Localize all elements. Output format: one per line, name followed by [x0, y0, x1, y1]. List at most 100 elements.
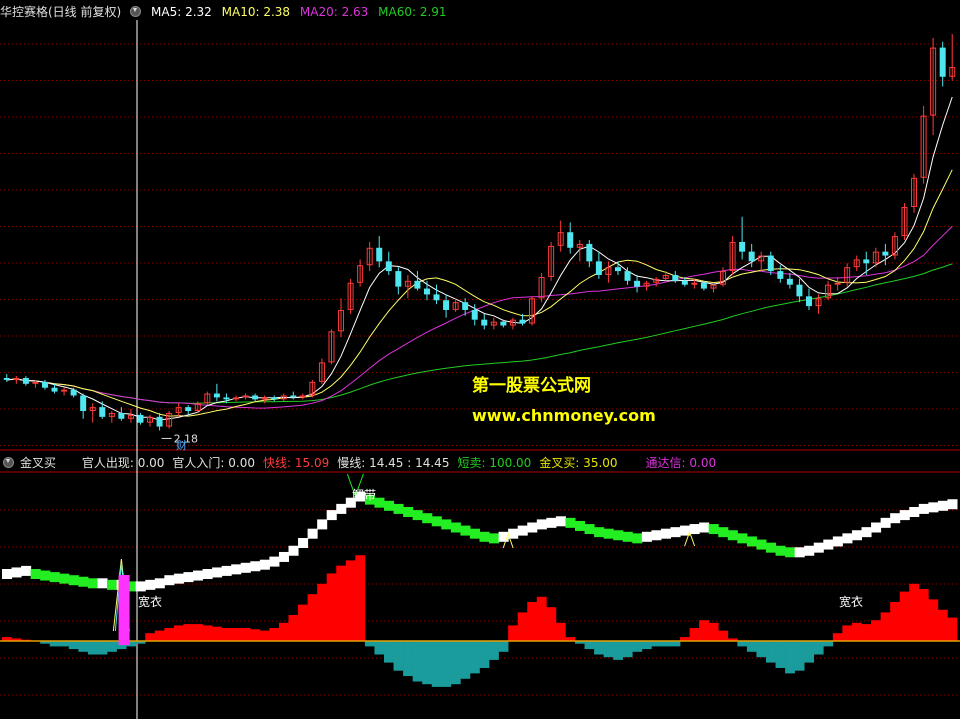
fast-line-segment [326, 510, 337, 521]
oscillator-bar [364, 641, 375, 647]
oscillator-bar [775, 641, 786, 668]
fast-line-segment [412, 510, 423, 521]
oscillator-bar [240, 628, 251, 641]
buy-signal-bar [118, 575, 130, 645]
signal-label: 解带 [352, 488, 376, 502]
candle [586, 243, 593, 262]
fast-line-segment [469, 528, 480, 539]
oscillator-bar [584, 641, 595, 650]
candle [700, 282, 707, 289]
fast-line-segment [555, 516, 566, 527]
fast-line-segment [460, 525, 471, 536]
oscillator-bar [68, 641, 79, 650]
fast-line-segment [708, 524, 719, 535]
fast-line-segment [947, 499, 958, 510]
oscillator-bar [307, 594, 318, 641]
dropdown-icon[interactable] [3, 457, 14, 468]
oscillator-bar [193, 624, 203, 641]
oscillator-bar [469, 641, 480, 674]
fast-line-segment [193, 570, 204, 581]
fast-line-segment [384, 500, 395, 511]
candle [414, 280, 421, 289]
oscillator-bar [489, 641, 499, 660]
candle [13, 377, 20, 380]
fast-line-segment [107, 579, 118, 590]
oscillator-bar [221, 628, 232, 641]
oscillator-bar [384, 641, 394, 663]
candle [681, 280, 688, 285]
fast-line-segment [565, 517, 576, 528]
candle [137, 414, 144, 423]
candle [624, 271, 631, 281]
fast-line-segment [851, 530, 862, 541]
fast-line-segment [68, 575, 79, 586]
oscillator-bar [527, 602, 538, 641]
candle [481, 319, 488, 326]
oscillator-bar [804, 641, 815, 663]
annotation-marks: 2.18财 [161, 432, 198, 452]
oscillator-bar [336, 565, 347, 641]
oscillator-bar [202, 625, 213, 641]
oscillator-bar [231, 628, 242, 641]
oscillator-bar [422, 641, 433, 685]
candle [232, 397, 239, 400]
fast-line-segment [49, 572, 60, 583]
oscillator-bar [603, 641, 614, 658]
fast-line-segment [775, 545, 786, 556]
stock-chart[interactable]: 解带宽衣 宽衣 2.18财 [0, 0, 960, 719]
ma60-label: MA60: 2.91 [378, 5, 447, 19]
fast-line-segment [441, 519, 452, 530]
fast-line-segment [594, 527, 605, 538]
oscillator-bar [660, 641, 671, 647]
dropdown-icon[interactable] [130, 6, 142, 17]
oscillator-bar [87, 641, 98, 655]
candle [41, 381, 48, 388]
main-grid [0, 20, 960, 719]
fast-line-segment [2, 569, 13, 579]
candle [443, 300, 450, 310]
sub-panel-header: 金叉买 官人出现: 0.00 官人入门: 0.00 快线: 15.09 慢线: 14.… [0, 453, 730, 473]
fast-line-segment [527, 522, 538, 533]
candle [118, 412, 125, 419]
fast-line-segment [173, 573, 184, 584]
fast-line-segment [584, 524, 595, 535]
fast-line-segment [823, 539, 834, 550]
oscillator-bar [441, 641, 452, 687]
oscillator-bar [173, 625, 184, 641]
candle [99, 407, 106, 417]
candle [462, 302, 469, 310]
fast-line-segment [21, 565, 32, 576]
fast-line-segment [489, 533, 500, 544]
oscillator-bar [670, 641, 681, 647]
oscillator-bar [269, 628, 280, 641]
oscillator-bar [947, 617, 958, 641]
candle [32, 381, 39, 384]
indicator-value: 官人入门: 0.00 [172, 456, 255, 470]
candle [385, 261, 392, 272]
oscillator-bar [403, 641, 413, 677]
oscillator-bar [594, 641, 604, 655]
oscillator-bar [154, 630, 165, 641]
fast-line-segment [278, 551, 289, 562]
oscillator-bar [909, 583, 920, 641]
fast-line-segment [78, 576, 89, 587]
ma5-label: MA5: 2.32 [151, 5, 212, 19]
fast-line-segment [632, 533, 643, 544]
candle [271, 397, 278, 400]
oscillator-bar [880, 612, 891, 641]
fast-line-segment [890, 513, 901, 524]
fast-line-segment [97, 578, 108, 589]
oscillator-bar [78, 641, 89, 652]
indicator-value: 短卖: 100.00 [457, 456, 532, 470]
oscillator-bar [107, 641, 117, 652]
fast-line-segment [517, 525, 528, 536]
oscillator-bar [842, 625, 853, 641]
fast-line-segment [641, 531, 652, 542]
fast-line-segment [842, 533, 853, 544]
fast-line-segment [307, 528, 318, 539]
candle [863, 259, 870, 264]
fast-line-segment [450, 522, 461, 533]
watermark-title: 第一股票公式网 [472, 376, 591, 396]
oscillator-bar [918, 589, 929, 641]
oscillator-bar [756, 641, 767, 658]
